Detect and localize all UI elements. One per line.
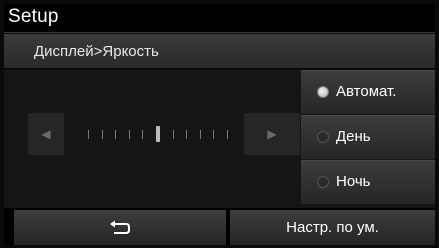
radio-indicator bbox=[317, 131, 329, 143]
slider-tick bbox=[128, 129, 130, 139]
option-label: Ночь bbox=[336, 173, 371, 190]
breadcrumb-bar: Дисплей>Яркость bbox=[4, 34, 435, 68]
right-arrow-icon: ▶ bbox=[267, 127, 277, 141]
option-label: День bbox=[336, 128, 371, 145]
slider-tick bbox=[226, 129, 228, 139]
slider-tick bbox=[101, 129, 103, 139]
slider-track[interactable] bbox=[88, 126, 228, 142]
option-label: Автомат. bbox=[336, 83, 397, 100]
page-title: Setup bbox=[8, 6, 59, 27]
title-bar: Setup bbox=[4, 4, 435, 33]
slider-thumb[interactable] bbox=[155, 126, 160, 142]
radio-indicator bbox=[317, 176, 329, 188]
breadcrumb: Дисплей>Яркость bbox=[34, 43, 159, 60]
bottom-bar: Настр. по ум. bbox=[4, 208, 435, 245]
slider-tick bbox=[199, 129, 201, 139]
back-button[interactable] bbox=[14, 210, 226, 245]
slider-tick bbox=[172, 129, 174, 139]
increase-button[interactable]: ▶ bbox=[244, 113, 300, 155]
radio-indicator bbox=[317, 86, 329, 98]
back-arrow-icon bbox=[110, 220, 130, 234]
left-arrow-icon: ◀ bbox=[41, 127, 51, 141]
slider-tick bbox=[186, 129, 188, 139]
slider-tick bbox=[142, 129, 144, 139]
slider-tick bbox=[115, 129, 117, 139]
slider-tick bbox=[88, 129, 89, 139]
screen: Setup Дисплей>Яркость ◀ ▶ Автомат. День … bbox=[0, 0, 439, 248]
default-settings-button[interactable]: Настр. по ум. bbox=[230, 210, 435, 245]
slider-tick bbox=[213, 129, 215, 139]
option-night[interactable]: Ночь bbox=[301, 160, 435, 204]
option-auto[interactable]: Автомат. bbox=[301, 70, 435, 114]
brightness-slider[interactable]: ◀ ▶ bbox=[28, 113, 300, 155]
decrease-button[interactable]: ◀ bbox=[28, 113, 64, 155]
option-day[interactable]: День bbox=[301, 115, 435, 159]
